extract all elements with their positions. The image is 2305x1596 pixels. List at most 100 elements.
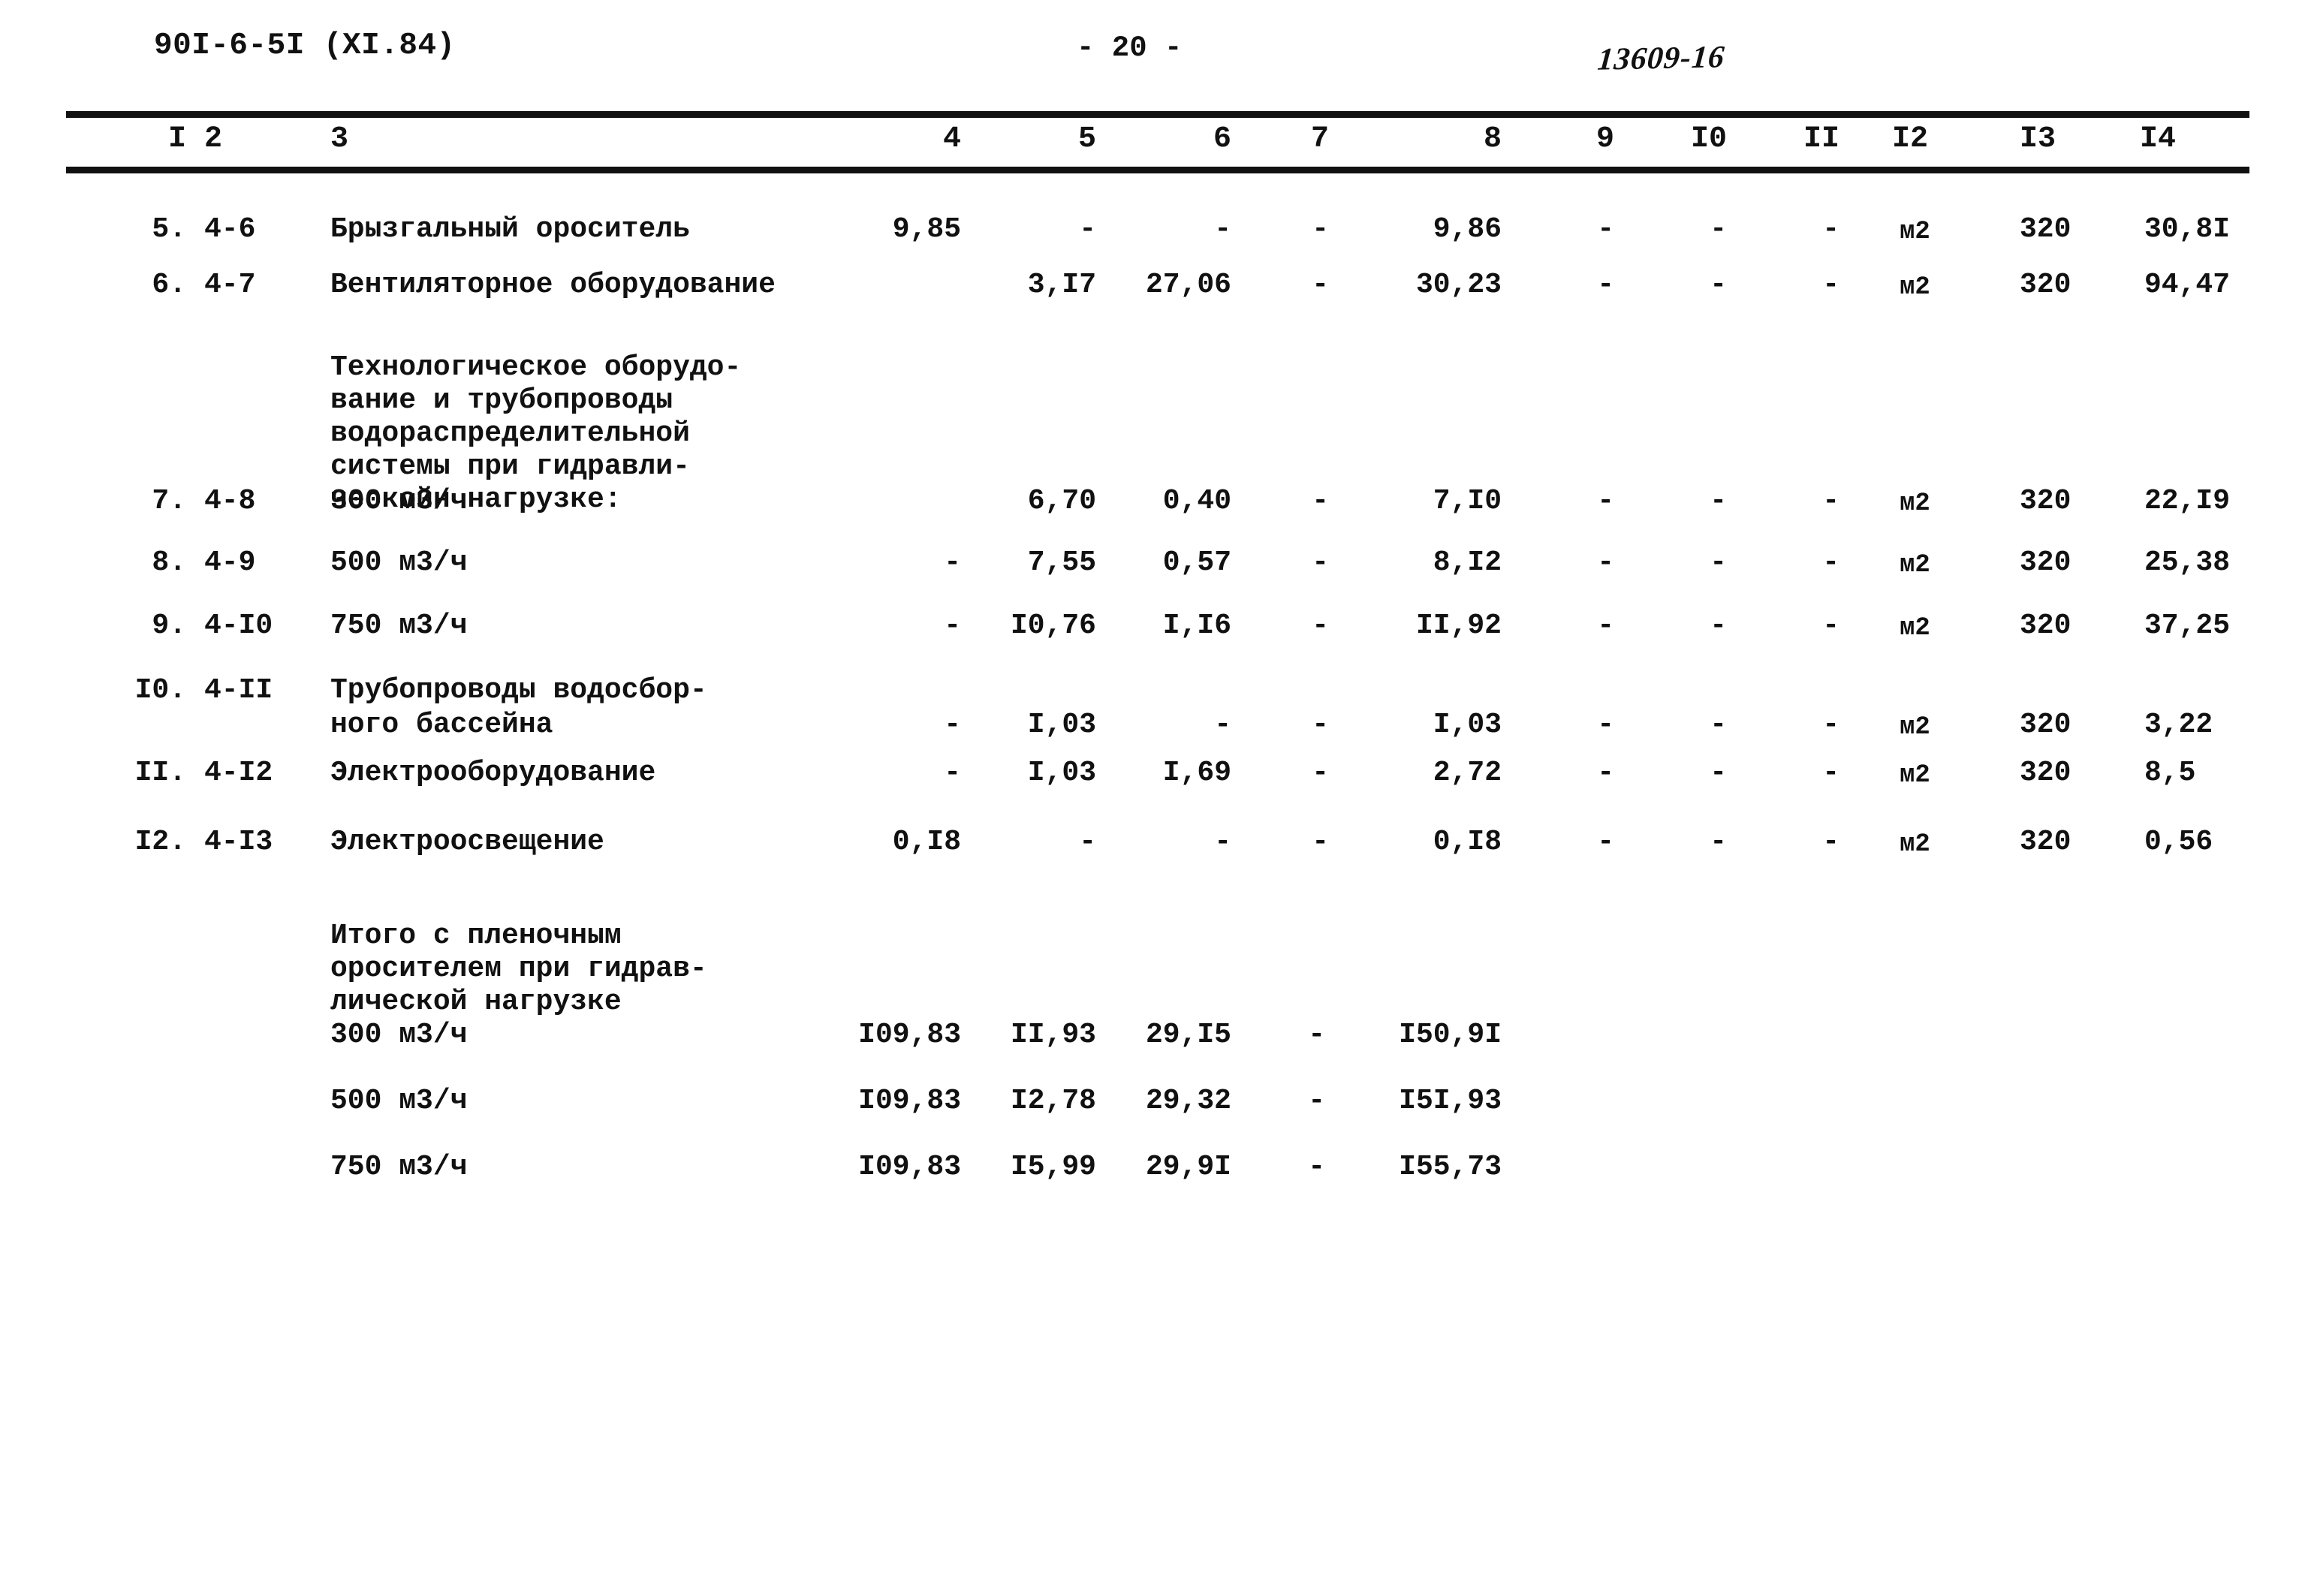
total-cell-col6: 29,9I (1145, 1151, 1231, 1183)
cell-col5: - (1079, 826, 1096, 858)
cell-col6: I,I6 (1162, 610, 1231, 642)
row-description: 300 м3/ч (330, 485, 468, 517)
cell-col5: 7,55 (1027, 547, 1096, 579)
cell-col14: 8,5 (2144, 757, 2196, 789)
cell-col8: II,92 (1415, 610, 1502, 642)
cell-col11: - (1822, 709, 1839, 741)
cell-col8: I,03 (1433, 709, 1502, 741)
column-header-13: I3 (2020, 122, 2056, 156)
cell-col14: 0,56 (2144, 826, 2213, 858)
total-row-label: 300 м3/ч (330, 1019, 468, 1051)
total-cell-col6: 29,I5 (1145, 1019, 1231, 1051)
document-code: 90I-6-5I (XI.84) (154, 29, 456, 63)
cell-col9: - (1597, 757, 1614, 789)
cell-col11: - (1822, 547, 1839, 579)
cell-col7: - (1312, 826, 1329, 858)
cell-col11: - (1822, 485, 1839, 517)
table-row: 9. 4-I0 750 м3/ч - I0,76 I,I6 - II,92 - … (0, 607, 2305, 673)
table-row: 8. 4-9 500 м3/ч - 7,55 0,57 - 8,I2 - - -… (0, 541, 2305, 607)
cell-col13: 320 (2020, 547, 2071, 579)
row-code: 4-8 (204, 485, 256, 517)
cell-col9: - (1597, 826, 1614, 858)
cell-col14: 22,I9 (2144, 485, 2231, 517)
column-header-12: I2 (1892, 122, 1929, 156)
cell-col6: 0,40 (1162, 485, 1231, 517)
page-number: - 20 - (1077, 32, 1183, 65)
column-header-5: 5 (1077, 122, 1096, 156)
cell-col12: м2 (1900, 489, 1930, 518)
total-cell-col6: 29,32 (1145, 1085, 1231, 1117)
row-code: 4-II (204, 674, 273, 706)
cell-col6: - (1214, 826, 1231, 858)
cell-col14: 25,38 (2144, 547, 2231, 579)
total-cell-col5: I2,78 (1010, 1085, 1096, 1117)
cell-col8: 2,72 (1433, 757, 1502, 789)
column-header-14: I4 (2140, 122, 2177, 156)
total-cell-col7: - (1308, 1085, 1325, 1117)
total-cell-col8: I55,73 (1399, 1151, 1502, 1183)
cell-col11: - (1822, 826, 1839, 858)
row-number: 7. (152, 485, 186, 517)
table-row: I0. 4-II Трубопроводы водосбор- ного бас… (0, 673, 2305, 748)
cell-col6: - (1214, 709, 1231, 741)
table-row: 7. 4-8 300 м3/ч 6,70 0,40 - 7,I0 - - - м… (0, 475, 2305, 541)
cell-col12: м2 (1900, 551, 1930, 580)
total-note-text: Итого с пленочным оросителем при гидрав-… (330, 920, 707, 1018)
cell-col4: - (944, 610, 961, 642)
cell-col14: 37,25 (2144, 610, 2231, 642)
column-header-9: 9 (1595, 122, 1614, 156)
cell-col8: 8,I2 (1433, 547, 1502, 579)
table-header-rule (66, 167, 2249, 173)
cell-col10: - (1710, 757, 1727, 789)
column-header-1: I (167, 122, 186, 156)
cell-col10: - (1710, 826, 1727, 858)
table-top-rule (66, 111, 2249, 118)
total-cell-col5: I5,99 (1010, 1151, 1096, 1183)
cell-col7: - (1312, 547, 1329, 579)
total-cell-col5: II,93 (1010, 1019, 1096, 1051)
total-cell-col8: I5I,93 (1399, 1085, 1502, 1117)
column-header-7: 7 (1310, 122, 1329, 156)
column-header-8: 8 (1483, 122, 1502, 156)
table-row: 5. 4-6 Брызгальный ороситель 9,85 - - - … (0, 173, 2305, 246)
cell-col4: - (944, 709, 961, 741)
cell-col9: - (1597, 547, 1614, 579)
table-column-headers: I 2 3 4 5 6 7 8 9 I0 II I2 I3 I4 (0, 122, 2305, 164)
cell-col12: м2 (1900, 761, 1930, 790)
total-row: 750 м3/ч I09,83 I5,99 29,9I - I55,73 (0, 1150, 2305, 1216)
table-row: II. 4-I2 Электрооборудование - I,03 I,69… (0, 748, 2305, 818)
row-description: 750 м3/ч (330, 610, 468, 642)
row-description: Электрооборудование (330, 757, 656, 789)
cell-col14: 3,22 (2144, 709, 2213, 741)
document-header: 90I-6-5I (XI.84) - 20 - 13609-16 (0, 29, 2305, 77)
cell-col11: - (1822, 757, 1839, 789)
cell-col7: - (1312, 610, 1329, 642)
handwritten-archive-number: 13609-16 (1595, 40, 1727, 77)
row-description: Электроосвещение (330, 826, 604, 858)
row-description: Трубопроводы водосбор- ного бассейна (330, 674, 707, 741)
document-page: 90I-6-5I (XI.84) - 20 - 13609-16 I 2 3 4… (0, 0, 2305, 1596)
table-row: I2. 4-I3 Электроосвещение 0,I8 - - - 0,I… (0, 818, 2305, 887)
row-code: 4-I3 (204, 826, 273, 858)
cell-col8: 0,I8 (1433, 826, 1502, 858)
total-cell-col7: - (1308, 1019, 1325, 1051)
cell-col13: 320 (2020, 485, 2071, 517)
cell-col6: 0,57 (1162, 547, 1231, 579)
cell-col6: I,69 (1162, 757, 1231, 789)
cell-col9: - (1597, 610, 1614, 642)
table-body: 5. 4-6 Брызгальный ороситель 9,85 - - - … (0, 173, 2305, 1216)
cell-col9: - (1597, 709, 1614, 741)
row-number: II. (134, 757, 186, 789)
column-header-4: 4 (942, 122, 961, 156)
cell-col13: 320 (2020, 757, 2071, 789)
cell-col5: I,03 (1027, 757, 1096, 789)
cell-col10: - (1710, 485, 1727, 517)
cell-col13: 320 (2020, 610, 2071, 642)
cell-col12: м2 (1900, 614, 1930, 643)
total-row-label: 750 м3/ч (330, 1151, 468, 1183)
total-cell-col4: I09,83 (858, 1019, 961, 1051)
total-cell-col4: I09,83 (858, 1085, 961, 1117)
row-code: 4-I2 (204, 757, 273, 789)
cell-col4: - (944, 757, 961, 789)
total-cell-col8: I50,9I (1399, 1019, 1502, 1051)
